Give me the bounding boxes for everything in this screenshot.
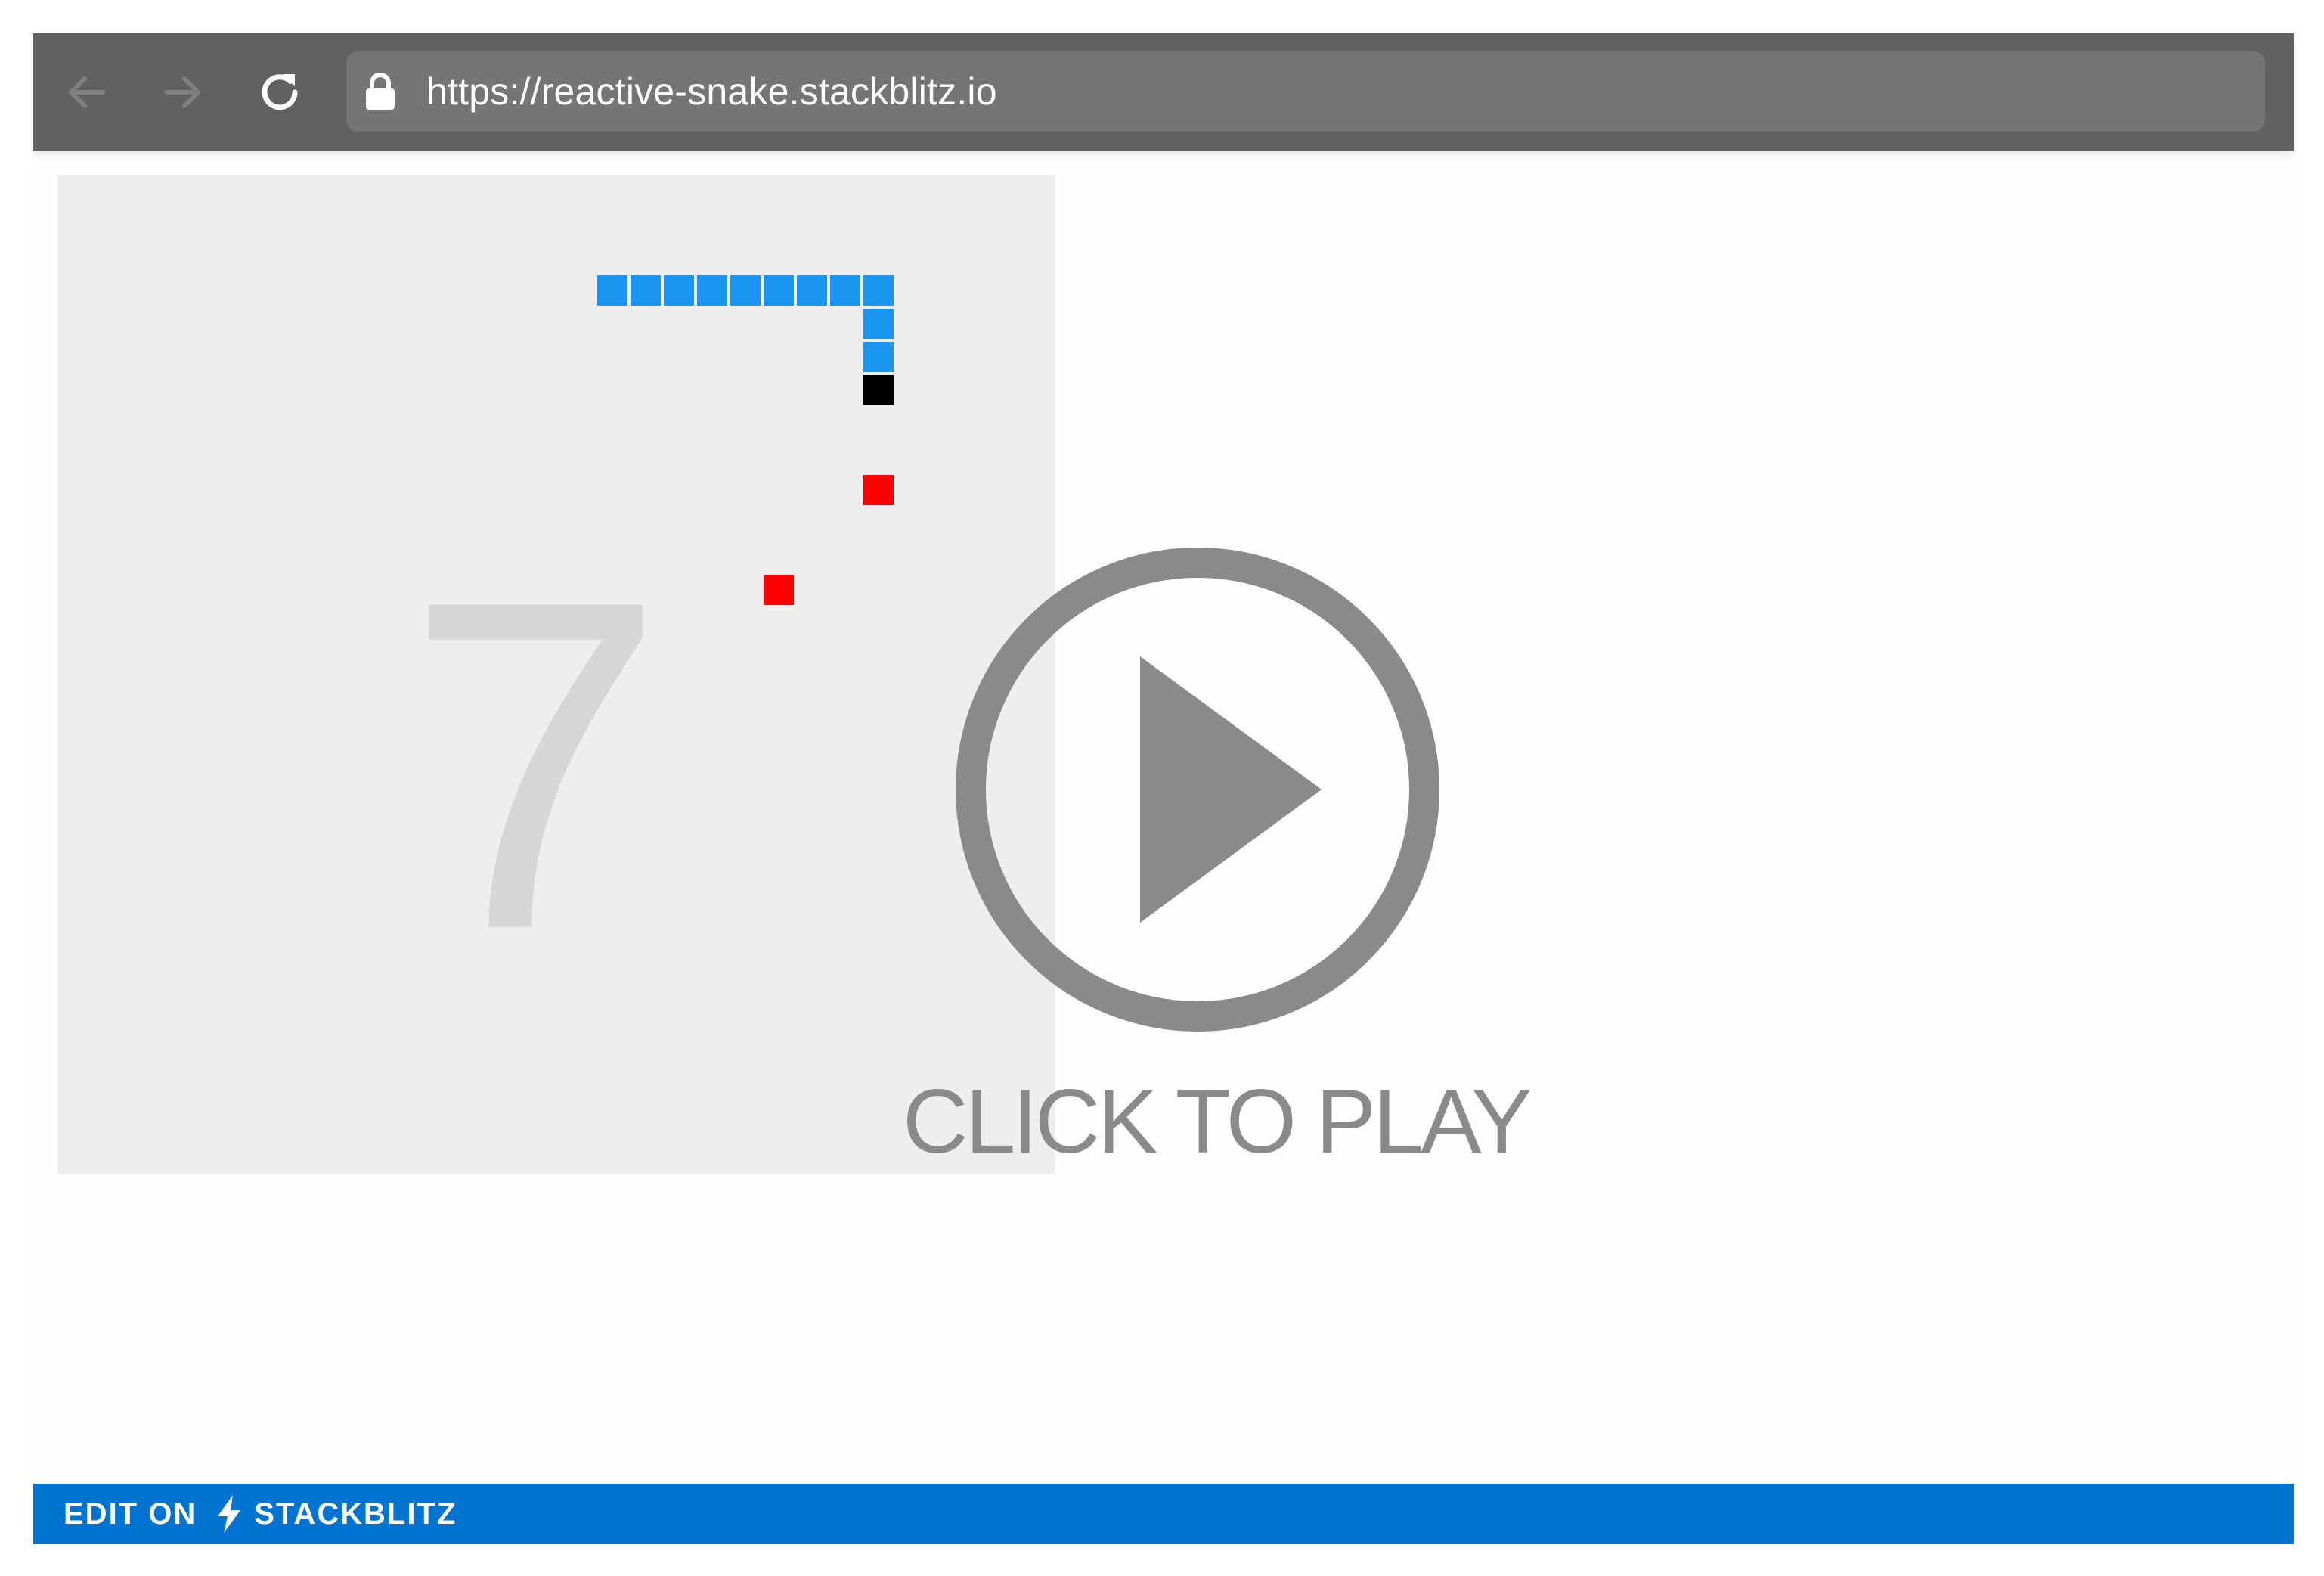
back-button[interactable] [62,68,110,116]
edit-on-stackblitz-banner[interactable]: EDIT ON STACKBLITZ [33,1484,2294,1544]
snake-segment [764,275,794,306]
food-item [863,475,894,505]
reload-icon [262,74,298,110]
snake-segment [597,275,627,306]
play-icon [956,548,1439,1032]
snake-segment [664,275,694,306]
browser-window: https://reactive-snake.stackblitz.io 7 C… [33,33,2294,1544]
stackblitz-label: STACKBLITZ [254,1497,457,1531]
arrow-right-icon [164,76,200,108]
click-to-play-label: CLICK TO PLAY [903,1071,1532,1172]
snake-head [863,375,894,405]
score-display: 7 [405,504,666,1027]
browser-toolbar: https://reactive-snake.stackblitz.io [33,33,2294,151]
arrow-left-icon [69,76,105,108]
snake-segment [631,275,661,306]
forward-button[interactable] [159,68,207,116]
snake-segment [863,309,894,339]
click-to-play-overlay[interactable]: CLICK TO PLAY [903,548,1532,1213]
reload-button[interactable] [256,68,304,116]
snake-segment [830,275,860,306]
snake-segment [797,275,827,306]
lightning-bolt-icon [216,1495,242,1533]
snake-segment [863,342,894,372]
snake-segment [730,275,761,306]
address-bar[interactable]: https://reactive-snake.stackblitz.io [346,51,2265,132]
url-text: https://reactive-snake.stackblitz.io [426,70,997,113]
lock-icon [364,73,396,110]
snake-segment [863,275,894,306]
food-item [764,575,794,605]
edit-on-label: EDIT ON [64,1497,197,1531]
snake-segment [697,275,727,306]
